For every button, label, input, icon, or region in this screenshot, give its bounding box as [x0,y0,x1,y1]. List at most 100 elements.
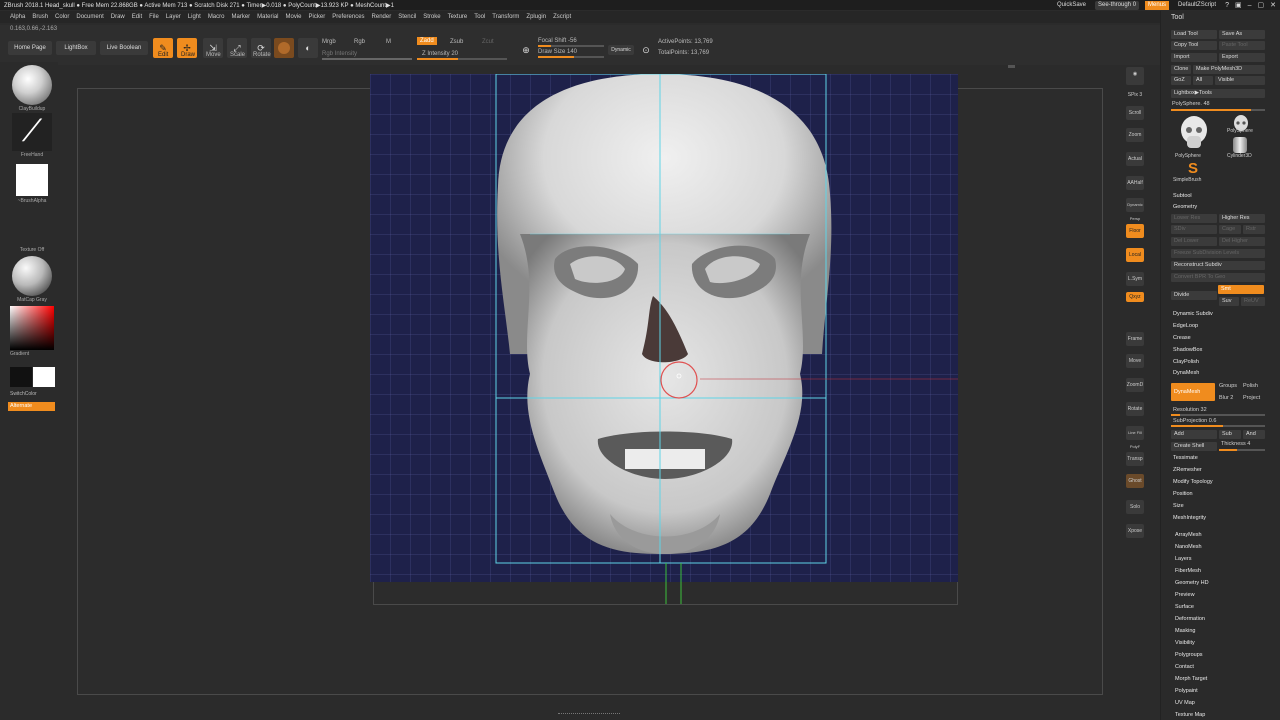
texture-selector[interactable]: Texture Off [10,210,54,253]
menu-material[interactable]: Material [257,14,278,20]
color-gradient-square[interactable] [10,306,54,350]
menu-stencil[interactable]: Stencil [398,14,416,20]
zremesher-section[interactable]: ZRemesher [1173,467,1202,473]
z-intensity-track[interactable] [417,58,507,60]
local-button[interactable]: Local [1126,248,1144,262]
surface-section[interactable]: Surface [1175,604,1194,610]
tool-thumb-simplebrush[interactable]: S [1185,161,1201,177]
polypaint-section[interactable]: Polypaint [1175,688,1198,694]
project-toggle[interactable]: Project [1243,395,1260,401]
default-zscript-button[interactable]: DefaultZScript [1175,1,1219,10]
actual-button[interactable]: Actual [1126,152,1144,166]
lightbox-tools-button[interactable]: Lightbox▶Tools [1171,89,1265,98]
aahalf-button[interactable]: AAHalf [1126,176,1144,190]
load-tool-button[interactable]: Load Tool [1171,30,1217,39]
texture-map-section[interactable]: Texture Map [1175,712,1205,718]
tool-thumb-cylinder[interactable] [1233,137,1247,153]
rgb-intensity-track[interactable] [322,58,412,60]
z-intensity-slider[interactable]: Z Intensity 20 [422,51,458,57]
bpr-button[interactable]: ◉ [1126,67,1144,85]
crease-section[interactable]: Crease [1173,335,1191,341]
subtool-section[interactable]: Subtool [1173,193,1192,199]
xpose-button[interactable]: Xpose [1126,524,1144,538]
m-toggle[interactable]: M [386,39,391,45]
sub-button[interactable]: Sub [1219,430,1241,439]
and-button[interactable]: And [1243,430,1265,439]
menu-macro[interactable]: Macro [208,14,225,20]
menu-texture[interactable]: Texture [448,14,468,20]
see-through-slider[interactable]: See-through 0 [1095,0,1140,10]
close-icon[interactable]: ✕ [1270,1,1276,9]
menu-tool[interactable]: Tool [474,14,485,20]
transp-button[interactable]: Transp [1126,452,1144,466]
quicksave-button[interactable]: QuickSave [1054,1,1089,10]
tool-thumb-polysphere-active[interactable] [1175,114,1213,152]
subprojection-slider[interactable]: SubProjection 0.6 [1173,418,1216,424]
subprojection-track[interactable] [1171,425,1265,427]
material-button[interactable] [274,38,294,58]
rgb-intensity-slider[interactable]: Rgb Intensity [322,51,357,57]
make-polymesh-button[interactable]: Make PolyMesh3D [1193,65,1265,74]
persp-button[interactable]: Dynamic Persp [1126,198,1144,221]
create-shell-button[interactable]: Create Shell [1171,442,1217,451]
secondary-color-swatch[interactable] [33,367,55,387]
meshintegrity-section[interactable]: MeshIntegrity [1173,515,1206,521]
menu-picker[interactable]: Picker [309,14,326,20]
menu-transform[interactable]: Transform [492,14,519,20]
rotate-view-button[interactable]: Rotate [1126,402,1144,416]
geometry-section[interactable]: Geometry [1173,204,1197,210]
dynamic-subdiv-section[interactable]: Dynamic Subdiv [1173,311,1213,317]
menu-stroke[interactable]: Stroke [423,14,440,20]
menu-render[interactable]: Render [372,14,392,20]
rgb-toggle[interactable]: Rgb [354,39,365,45]
frame-button[interactable]: Frame [1126,332,1144,346]
switch-color-button[interactable]: SwitchColor [10,391,37,397]
del-higher-button[interactable]: Del Higher [1219,237,1265,246]
menu-zscript[interactable]: Zscript [553,14,571,20]
skull-mesh[interactable] [497,74,832,554]
fibermesh-section[interactable]: FiberMesh [1175,568,1201,574]
menu-brush[interactable]: Brush [32,14,48,20]
draw-size-slider[interactable]: Draw Size 140 [538,49,577,55]
reconstruct-subdiv-button[interactable]: Reconstruct Subdiv [1171,261,1265,270]
import-button[interactable]: Import [1171,53,1217,62]
color-sphere-button[interactable]: ◐ [298,38,318,58]
masking-section[interactable]: Masking [1175,628,1195,634]
material-selector[interactable]: MatCap Gray [10,256,54,303]
menu-marker[interactable]: Marker [231,14,250,20]
draw-size-track[interactable] [538,56,604,58]
tool-palette-title[interactable]: Tool [1171,14,1184,21]
menu-movie[interactable]: Movie [286,14,302,20]
copy-tool-button[interactable]: Copy Tool [1171,41,1217,50]
goz-button[interactable]: GoZ [1171,76,1191,85]
layers-section[interactable]: Layers [1175,556,1192,562]
move-view-button[interactable]: Move [1126,354,1144,368]
dynamic-button[interactable]: Dynamic [608,45,634,55]
save-as-button[interactable]: Save As [1219,30,1265,39]
paste-tool-button[interactable]: Paste Tool [1219,41,1265,50]
higher-res-button[interactable]: Higher Res [1219,214,1265,223]
menu-color[interactable]: Color [55,14,69,20]
alpha-selector[interactable]: ~BrushAlpha [10,162,54,204]
visibility-section[interactable]: Visibility [1175,640,1195,646]
zoom-button[interactable]: Zoom [1126,128,1144,142]
morph-target-section[interactable]: Morph Target [1175,676,1207,682]
floor-button[interactable]: Floor [1126,224,1144,238]
zsub-toggle[interactable]: Zsub [450,39,463,45]
menu-file[interactable]: File [149,14,159,20]
alternate-button[interactable]: Alternate [8,402,55,411]
menu-edit[interactable]: Edit [132,14,142,20]
add-button[interactable]: Add [1171,430,1217,439]
groups-toggle[interactable]: Groups [1219,383,1237,389]
uv-map-section[interactable]: UV Map [1175,700,1195,706]
zoom-view-button[interactable]: ZoomD [1126,378,1144,392]
suv-toggle[interactable]: Suv [1219,297,1239,306]
minimize-icon[interactable]: – [1248,2,1252,9]
scroll-button[interactable]: Scroll [1126,106,1144,120]
qxyz-button[interactable]: Qxyz [1126,292,1144,302]
menus-button[interactable]: Menus [1145,0,1170,10]
solo-button[interactable]: Solo [1126,500,1144,514]
zcut-toggle[interactable]: Zcut [482,39,494,45]
current-tool-track[interactable] [1171,109,1265,111]
menu-alpha[interactable]: Alpha [10,14,25,20]
